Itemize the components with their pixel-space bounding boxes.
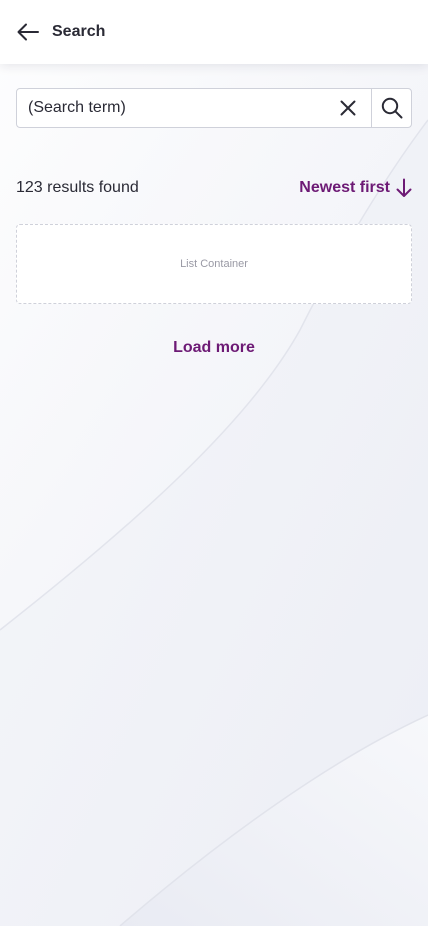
results-list-container: List Container <box>16 224 412 304</box>
load-more-button[interactable]: Load more <box>173 339 255 357</box>
back-button[interactable] <box>16 20 40 44</box>
list-placeholder: List Container <box>180 258 248 270</box>
search-icon <box>381 97 402 119</box>
page-title: Search <box>52 23 106 40</box>
load-more-row: Load more <box>0 336 428 360</box>
results-count: 123 results found <box>16 179 139 196</box>
arrow-left-icon <box>17 23 39 41</box>
search-submit-button[interactable] <box>371 89 411 127</box>
clear-search-button[interactable] <box>325 89 371 127</box>
app-header: Search <box>0 0 428 64</box>
search-screen: Search 123 results found Newest first Li… <box>0 0 428 926</box>
sort-button[interactable]: Newest first <box>299 178 412 198</box>
search-input[interactable] <box>17 89 325 127</box>
close-icon <box>340 100 356 116</box>
results-toolbar: 123 results found Newest first <box>16 176 412 200</box>
arrow-down-icon <box>396 178 412 197</box>
search-bar <box>16 88 412 128</box>
sort-label: Newest first <box>299 179 390 196</box>
